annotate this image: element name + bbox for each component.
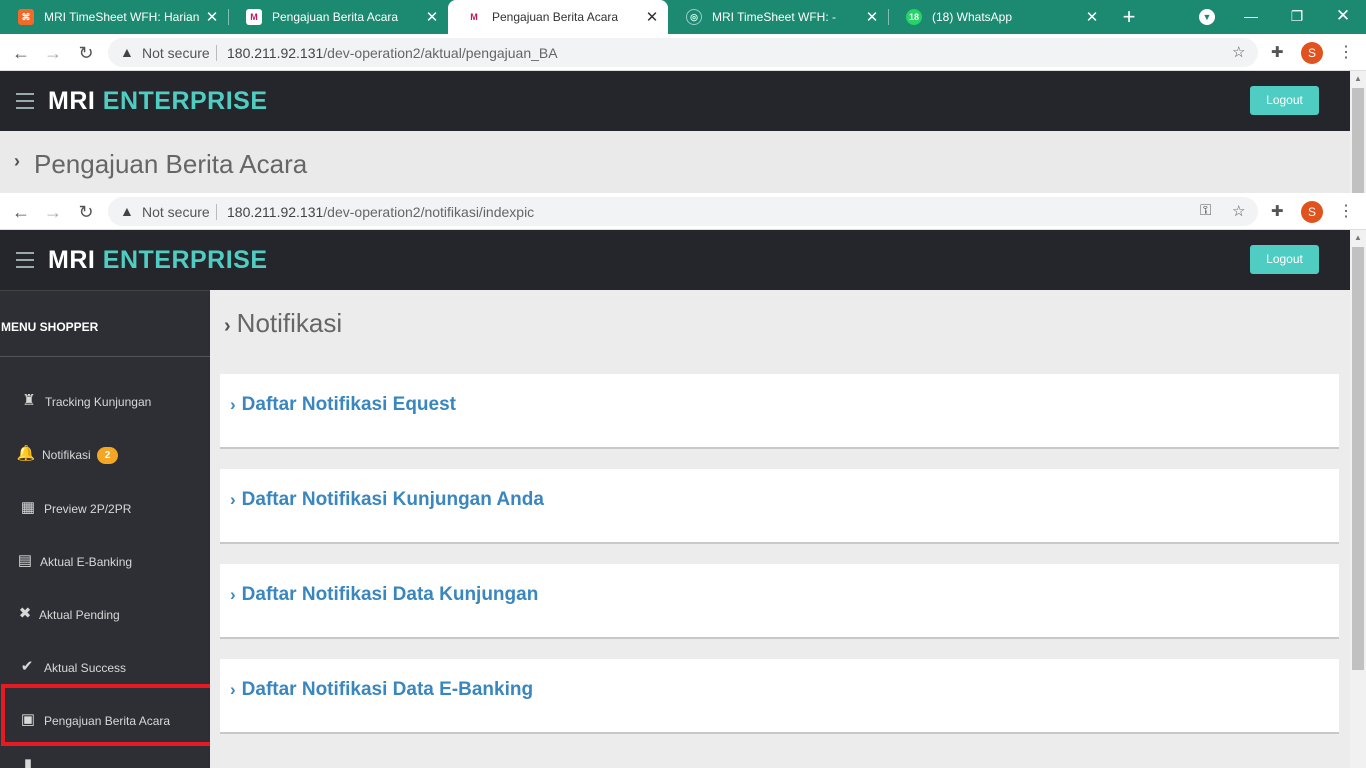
close-tab-icon[interactable]: ✕ — [642, 8, 662, 26]
app-header-front: MRI ENTERPRISE Logout — [0, 230, 1350, 290]
address-bar-front: ← → ↻ ▲ Not secure 180.211.92.131/dev-op… — [0, 193, 1366, 230]
highlight-annotation-box — [1, 684, 241, 746]
hamburger-menu-icon[interactable] — [16, 93, 34, 114]
mri-logo-icon: M — [466, 9, 482, 25]
back-arrow-icon[interactable]: ← — [10, 42, 32, 64]
chevron-right-icon: › — [230, 680, 236, 699]
card-notifikasi-data-kunjungan[interactable]: › Daftar Notifikasi Data Kunjungan — [220, 564, 1339, 639]
profile-avatar[interactable]: S — [1301, 201, 1323, 223]
browser-menu-icon[interactable]: ⋮ — [1338, 42, 1354, 62]
card-notifikasi-data-e-banking[interactable]: › Daftar Notifikasi Data E-Banking — [220, 659, 1339, 734]
security-label[interactable]: Not secure — [142, 204, 210, 220]
logout-button[interactable]: Logout — [1250, 86, 1319, 115]
url-text[interactable]: 180.211.92.131/dev-operation2/notifikasi… — [227, 204, 534, 220]
close-tab-icon[interactable]: ✕ — [1082, 8, 1102, 26]
forward-arrow-icon[interactable]: → — [42, 42, 64, 64]
profile-avatar[interactable]: S — [1301, 42, 1323, 64]
scroll-thumb-front[interactable] — [1352, 247, 1364, 670]
bookmark-star-icon[interactable]: ☆ — [1232, 202, 1245, 220]
chevron-right-icon: › — [230, 395, 236, 414]
close-tab-icon[interactable]: ✕ — [422, 8, 442, 26]
card-notifikasi-equest[interactable]: › Daftar Notifikasi Equest — [220, 374, 1339, 449]
extensions-puzzle-icon[interactable]: ✚ — [1271, 202, 1284, 220]
back-arrow-icon[interactable]: ← — [10, 201, 32, 223]
card-title[interactable]: › Daftar Notifikasi Data E-Banking — [230, 679, 533, 701]
url-omnibox[interactable]: ▲ Not secure 180.211.92.131/dev-operatio… — [108, 38, 1258, 67]
minimize-icon[interactable]: — — [1236, 4, 1266, 28]
sidebar-header: MENU SHOPPER — [0, 291, 210, 357]
extensions-puzzle-icon[interactable]: ✚ — [1271, 43, 1284, 61]
chevron-right-icon: › — [224, 315, 231, 337]
table-icon: ▦ — [20, 499, 36, 516]
tab-pengajuan-berita-acara-2[interactable]: M Pengajuan Berita Acara ✕ — [448, 0, 668, 34]
check-icon: ✔ — [20, 658, 34, 675]
document-icon: ▮ — [23, 756, 33, 768]
chevron-right-icon: › — [230, 490, 236, 509]
window-close-icon[interactable]: ✕ — [1328, 4, 1358, 28]
orange-app-icon: ⌘ — [18, 9, 34, 25]
card-title[interactable]: › Daftar Notifikasi Data Kunjungan — [230, 584, 538, 606]
tab-whatsapp[interactable]: 18 (18) WhatsApp ✕ — [888, 0, 1108, 34]
warning-icon[interactable]: ▲ — [120, 203, 134, 219]
mri-logo-icon: M — [246, 9, 262, 25]
restore-icon[interactable]: ❐ — [1282, 4, 1312, 28]
app-header-back: MRI ENTERPRISE Logout — [0, 71, 1350, 131]
bell-icon: 🔔 — [16, 445, 36, 462]
tab-pengajuan-berita-acara-1[interactable]: M Pengajuan Berita Acara ✕ — [228, 0, 448, 34]
brand-logo: MRI ENTERPRISE — [48, 87, 268, 115]
close-icon: ✖ — [18, 605, 32, 622]
browser-menu-icon[interactable]: ⋮ — [1338, 201, 1354, 221]
close-tab-icon[interactable]: ✕ — [862, 8, 882, 26]
forward-arrow-icon[interactable]: → — [42, 201, 64, 223]
sidebar-item-aktual-e-banking[interactable]: ▤ Aktual E-Banking — [0, 541, 210, 581]
brand-logo: MRI ENTERPRISE — [48, 246, 268, 274]
reload-icon[interactable]: ↻ — [75, 42, 97, 64]
clipboard-icon: ▤ — [17, 552, 33, 569]
notification-count-badge: 2 — [97, 447, 118, 464]
card-title[interactable]: › Daftar Notifikasi Equest — [230, 394, 456, 416]
card-notifikasi-kunjungan-anda[interactable]: › Daftar Notifikasi Kunjungan Anda — [220, 469, 1339, 544]
close-tab-icon[interactable]: ✕ — [202, 8, 222, 26]
sidebar-item-partial[interactable]: ▮ — [0, 753, 210, 768]
card-title[interactable]: › Daftar Notifikasi Kunjungan Anda — [230, 489, 544, 511]
main-content: › Notifikasi › Daftar Notifikasi Equest › D… — [210, 290, 1350, 768]
logout-button[interactable]: Logout — [1250, 245, 1319, 274]
tab-timesheet-wfh[interactable]: ◎ MRI TimeSheet WFH: - ✕ — [668, 0, 888, 34]
sidebar-item-aktual-pending[interactable]: ✖ Aktual Pending — [0, 594, 210, 634]
url-text[interactable]: 180.211.92.131/dev-operation2/aktual/pen… — [227, 45, 558, 61]
hamburger-menu-icon[interactable] — [16, 252, 34, 273]
security-label[interactable]: Not secure — [142, 45, 210, 61]
reload-icon[interactable]: ↻ — [75, 201, 97, 223]
page-title-band-back: › Pengajuan Berita Acara — [0, 131, 1350, 193]
tab-search-icon[interactable]: ▼ — [1199, 9, 1215, 25]
address-bar-back: ← → ↻ ▲ Not secure 180.211.92.131/dev-op… — [0, 34, 1366, 71]
sidebar-item-tracking-kunjungan[interactable]: ♜ Tracking Kunjungan — [0, 381, 210, 421]
globe-icon: ◎ — [686, 9, 702, 25]
tab-timesheet-harian[interactable]: ⌘ MRI TimeSheet WFH: Harian ✕ — [0, 0, 228, 34]
browser-tab-strip: ⌘ MRI TimeSheet WFH: Harian ✕ M Pengajua… — [0, 0, 1366, 34]
sidebar-item-preview-2p-2pr[interactable]: ▦ Preview 2P/2PR — [0, 488, 210, 528]
trophy-icon: ♜ — [22, 392, 36, 409]
scroll-thumb-back[interactable] — [1352, 88, 1364, 193]
bookmark-star-icon[interactable]: ☆ — [1232, 43, 1245, 61]
chevron-right-icon: › — [14, 151, 20, 171]
sidebar-item-notifikasi[interactable]: 🔔 Notifikasi 2 — [0, 434, 210, 474]
page-title: › Notifikasi — [224, 308, 343, 338]
warning-icon[interactable]: ▲ — [120, 44, 134, 60]
whatsapp-icon: 18 — [906, 9, 922, 25]
chevron-right-icon: › — [230, 585, 236, 604]
sidebar-item-aktual-success[interactable]: ✔ Aktual Success — [0, 647, 210, 687]
page-title: Pengajuan Berita Acara — [34, 149, 308, 179]
new-tab-button[interactable]: + — [1116, 4, 1142, 30]
key-icon[interactable]: ⚿ — [1200, 202, 1211, 219]
scroll-up-arrow-icon[interactable]: ▲ — [1350, 231, 1366, 245]
url-omnibox[interactable]: ▲ Not secure 180.211.92.131/dev-operatio… — [108, 197, 1258, 226]
scroll-up-arrow-icon[interactable]: ▲ — [1350, 72, 1366, 86]
